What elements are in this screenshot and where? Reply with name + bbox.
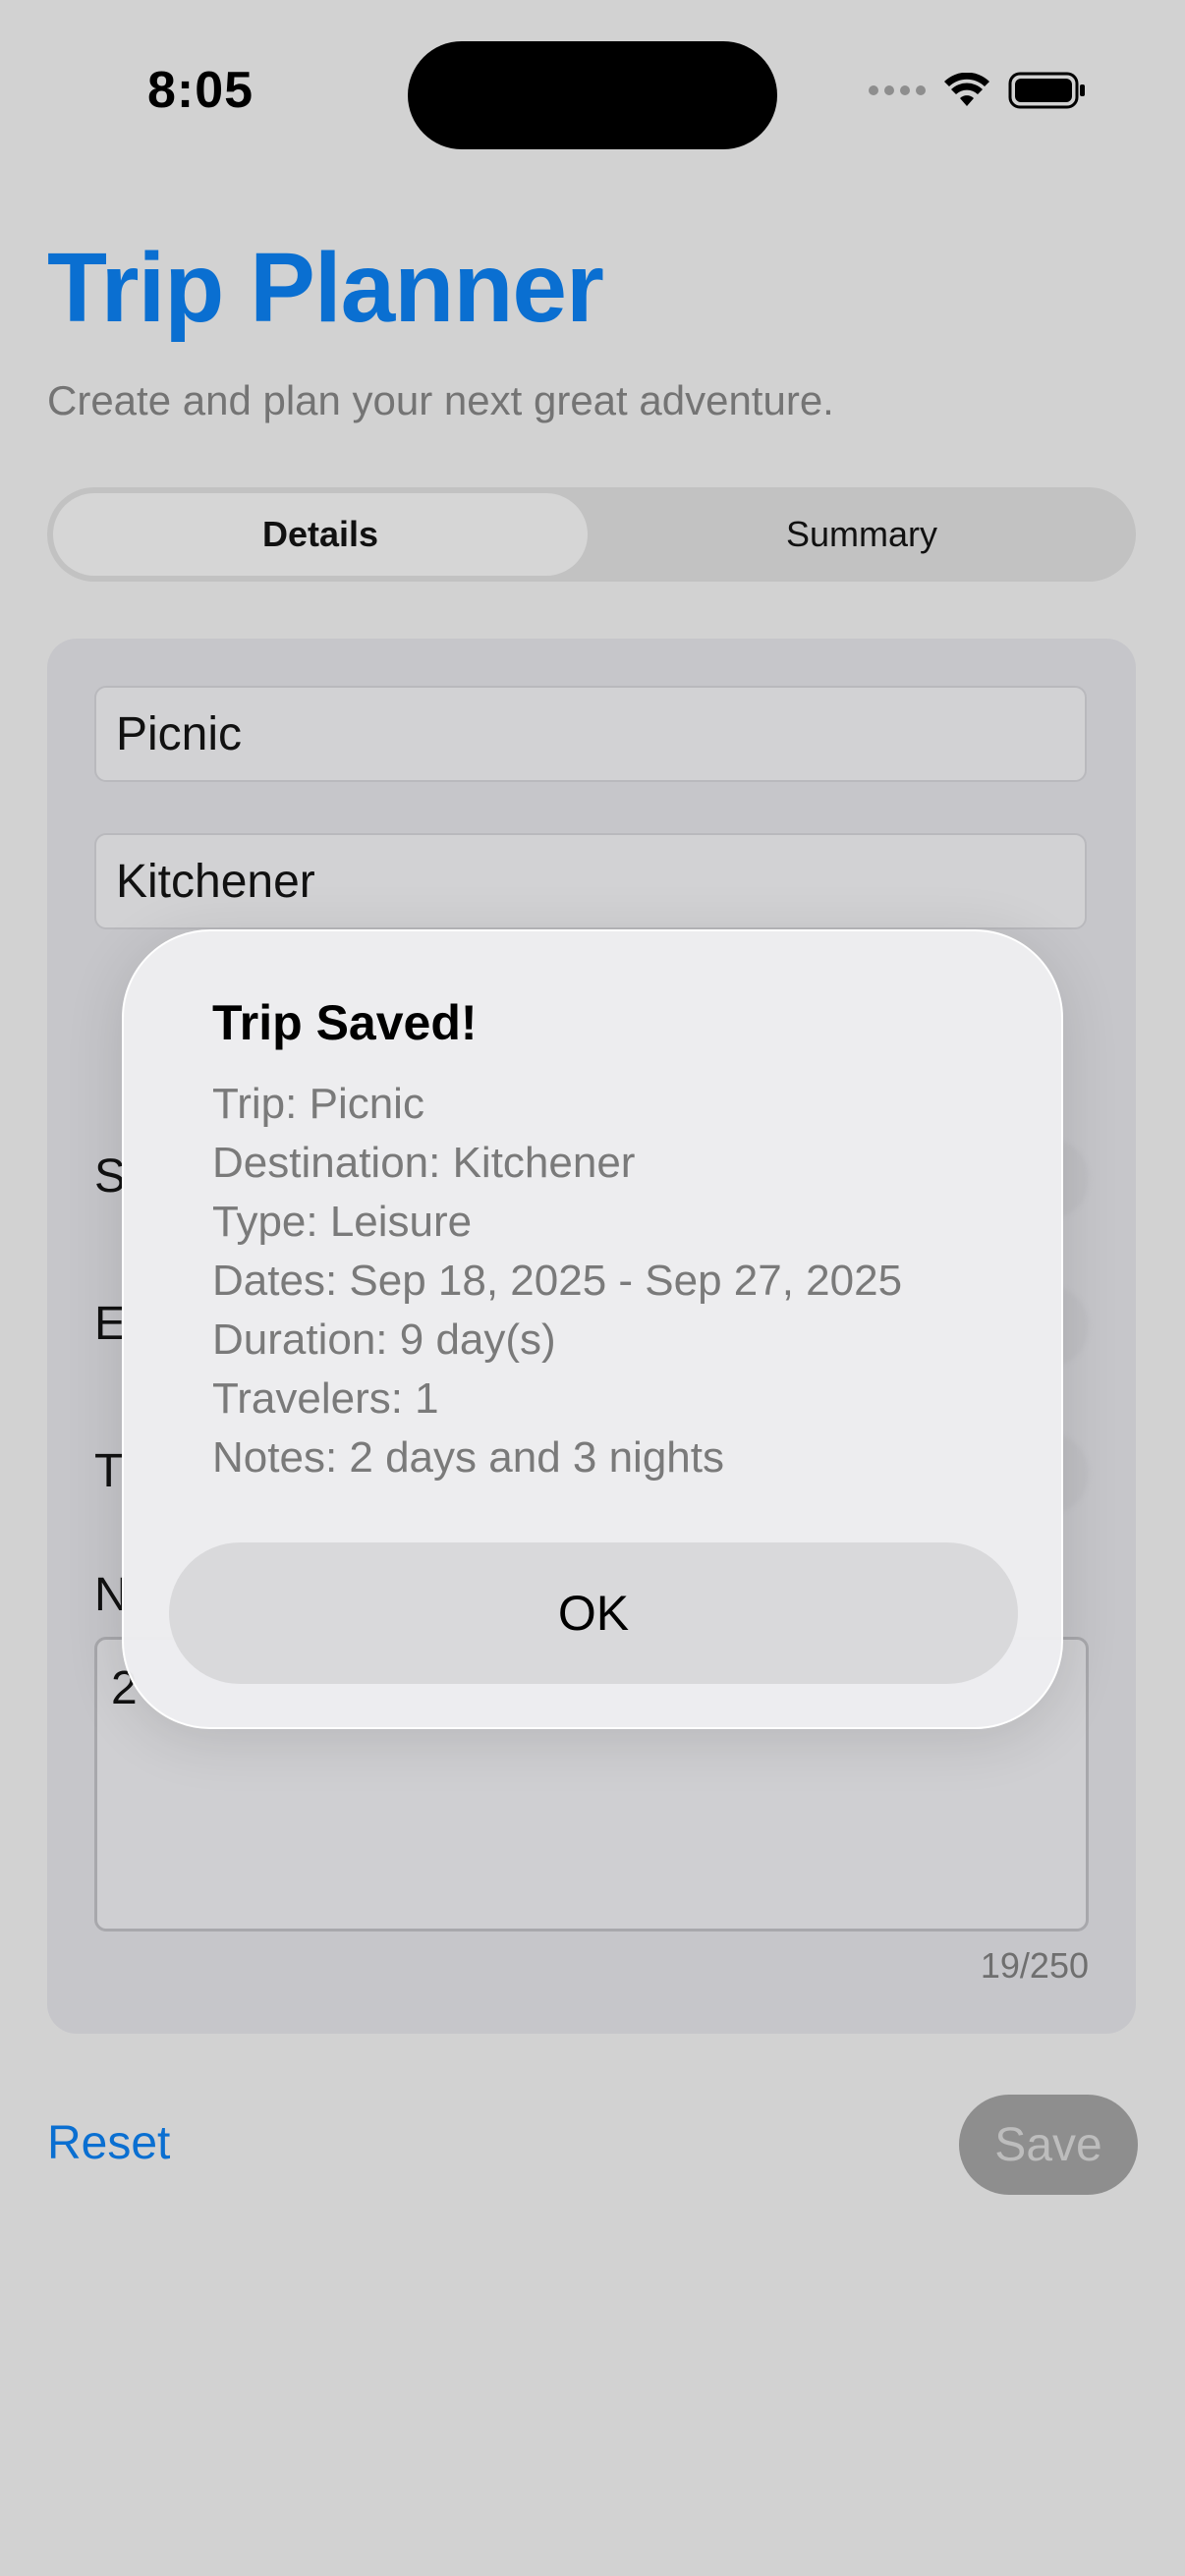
alert-line-dates: Dates: Sep 18, 2025 - Sep 27, 2025 xyxy=(212,1257,903,1305)
wifi-icon xyxy=(944,73,989,106)
dynamic-island xyxy=(408,41,777,149)
save-button[interactable]: Save xyxy=(959,2095,1138,2195)
alert-title: Trip Saved! xyxy=(212,995,478,1050)
alert-line-duration: Duration: 9 day(s) xyxy=(212,1316,556,1364)
tab-details[interactable]: Details xyxy=(53,493,588,576)
alert-line-type: Type: Leisure xyxy=(212,1198,473,1246)
battery-icon xyxy=(1008,72,1085,109)
reset-button[interactable]: Reset xyxy=(47,2116,170,2170)
status-time: 8:05 xyxy=(147,62,254,119)
trip-saved-alert: Trip Saved! Trip: Picnic Destination: Ki… xyxy=(122,929,1063,1729)
page-title: Trip Planner xyxy=(47,233,604,343)
alert-line-notes: Notes: 2 days and 3 nights xyxy=(212,1433,724,1482)
ok-button[interactable]: OK xyxy=(169,1542,1018,1684)
cellular-signal-icon xyxy=(869,85,926,95)
alert-message: Trip: Picnic Destination: Kitchener Type… xyxy=(212,1075,902,1487)
alert-line-trip: Trip: Picnic xyxy=(212,1080,424,1128)
destination-field[interactable]: Kitchener xyxy=(94,833,1087,929)
type-label: T xyxy=(94,1445,124,1497)
alert-line-destination: Destination: Kitchener xyxy=(212,1139,636,1187)
status-icons xyxy=(869,71,1087,110)
page-subtitle: Create and plan your next great adventur… xyxy=(47,377,834,423)
tab-summary[interactable]: Summary xyxy=(593,493,1130,576)
trip-name-field[interactable]: Picnic xyxy=(94,686,1087,782)
tab-segmented-control: Details Summary xyxy=(47,487,1136,582)
alert-line-travelers: Travelers: 1 xyxy=(212,1374,439,1423)
notes-character-counter: 19/250 xyxy=(980,1945,1089,1986)
